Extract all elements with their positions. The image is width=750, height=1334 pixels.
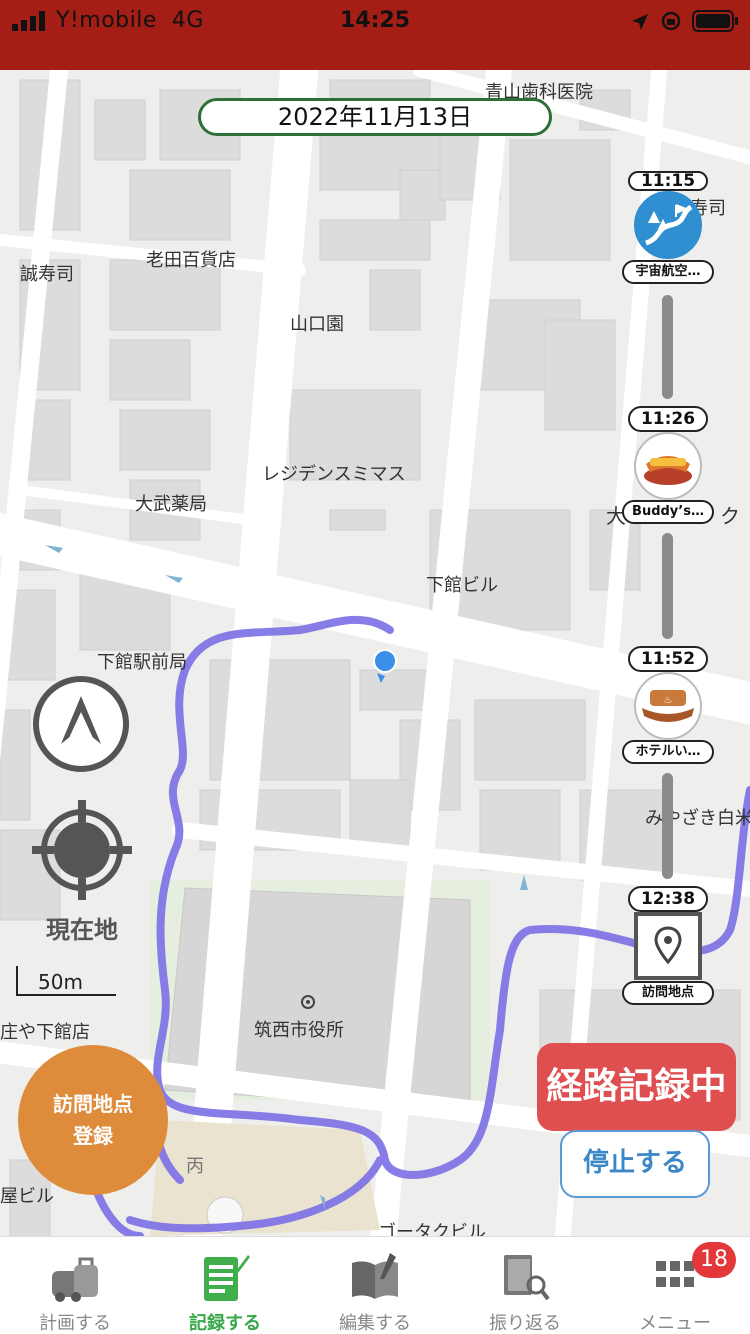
timeline-time: 11:52 (628, 646, 708, 672)
park-trail-icon[interactable] (634, 191, 702, 259)
map-label: 大武薬局 (135, 494, 207, 515)
timeline-time: 12:38 (628, 886, 708, 912)
map-pin-icon[interactable] (634, 912, 702, 980)
album-search-icon (504, 1255, 550, 1301)
tab-label: 計画する (39, 1313, 111, 1334)
timeline-time: 11:15 (628, 171, 708, 191)
scale-label: 50m (38, 970, 83, 994)
register-label-line1: 訪問地点 (53, 1092, 133, 1116)
map-label: 下館駅前局 (97, 652, 187, 673)
map-label: 庄や下館店 (0, 1022, 90, 1043)
map-label: 下館ビル (426, 575, 498, 596)
map-label: ク (720, 504, 740, 528)
battery-icon (692, 10, 738, 32)
gourmet-icon[interactable] (634, 432, 702, 500)
tab-plan[interactable]: 計画する (0, 1237, 150, 1334)
stop-button[interactable]: 停止する (560, 1130, 710, 1198)
tab-record[interactable]: 記録する (150, 1237, 300, 1334)
map-label: 老田百貨店 (146, 250, 236, 271)
tab-label: 記録する (189, 1313, 261, 1334)
tab-label: 編集する (339, 1313, 411, 1334)
map-label: 屋ビル (0, 1186, 54, 1207)
tab-label: 振り返る (489, 1313, 561, 1334)
location-arrow-icon (632, 14, 648, 30)
map-label: みやざき白米 (645, 808, 750, 829)
map-label: 山口園 (290, 314, 344, 335)
date-selector[interactable]: 2022年11月13日 (198, 98, 552, 136)
timeline-time: 11:26 (628, 406, 708, 432)
svg-text:♨: ♨ (664, 695, 673, 706)
tab-review[interactable]: 振り返る (450, 1237, 600, 1334)
status-bar: Y!mobile 4G 14:25 (0, 0, 750, 70)
timeline-connector (662, 533, 673, 639)
register-label-line2: 登録 (73, 1124, 113, 1148)
map-label: 誠寿司 (20, 264, 74, 285)
notepad-pen-icon (204, 1255, 250, 1301)
map-label: レジデンスミマス (262, 464, 406, 485)
compass-button[interactable] (33, 676, 129, 772)
north-arrow-icon (61, 696, 101, 744)
car-luggage-icon (52, 1257, 98, 1302)
tab-bar: 計画する 記録する 編集する 振り返る メニュー (0, 1236, 750, 1334)
crosshair-icon (32, 800, 132, 900)
recording-status-badge: 経路記録中 (537, 1043, 736, 1131)
timeline-place-name[interactable]: 宇宙航空… (622, 260, 714, 284)
register-visit-button[interactable]: 訪問地点 登録 (18, 1045, 168, 1195)
current-location-label: 現在地 (46, 916, 118, 944)
tab-edit[interactable]: 編集する (300, 1237, 450, 1334)
timeline-place-name[interactable]: ホテルい… (622, 740, 714, 764)
timeline-place-name[interactable]: 訪問地点 (622, 981, 714, 1005)
timeline-place-name[interactable]: Buddy’s… (622, 500, 714, 524)
map-label: 筑西市役所 (254, 1020, 344, 1041)
notification-badge: 18 (692, 1242, 736, 1278)
tab-label: メニュー (639, 1313, 711, 1334)
timeline-connector (662, 773, 673, 879)
rotation-lock-icon (661, 11, 681, 31)
map-label: ゴータクビル (378, 1222, 486, 1236)
map-label: 丙 (186, 1156, 204, 1177)
locate-button[interactable] (32, 800, 132, 900)
open-book-icon (352, 1253, 398, 1299)
timeline-connector (662, 295, 673, 399)
hot-spring-icon[interactable]: ♨ (634, 672, 702, 740)
